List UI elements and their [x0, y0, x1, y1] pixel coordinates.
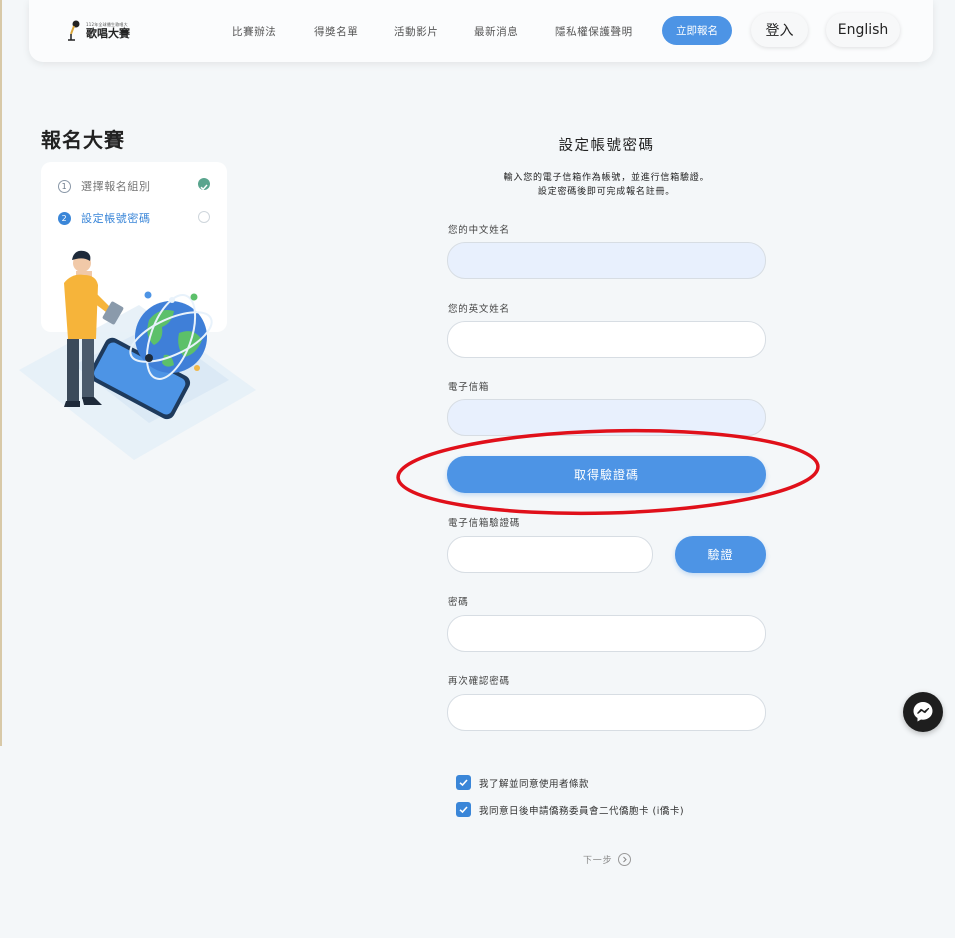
check-circle-icon [198, 178, 210, 191]
registration-illustration [14, 245, 259, 469]
email-input[interactable] [447, 399, 766, 436]
top-navbar: 112年全球僑生歌唱大 歌唱大賽 比賽辦法 得獎名單 活動影片 最新消息 隱私權… [29, 0, 933, 62]
nav-winners[interactable]: 得獎名單 [314, 24, 358, 39]
logo-title: 歌唱大賽 [86, 27, 130, 40]
agree-terms-label: 我了解並同意使用者條款 [479, 778, 590, 790]
empty-circle-icon [198, 211, 210, 223]
verify-button[interactable]: 驗證 [675, 536, 766, 573]
signup-button[interactable]: 立即報名 [662, 16, 732, 45]
verification-code-input[interactable] [447, 536, 653, 573]
nav-privacy[interactable]: 隱私權保護聲明 [555, 24, 633, 39]
form-description-line1: 輸入您的電子信箱作為帳號，並進行信箱驗證。 [503, 173, 710, 183]
confirm-password-input[interactable] [447, 694, 766, 731]
messenger-icon[interactable] [903, 692, 943, 732]
chinese-name-input[interactable] [447, 242, 766, 279]
next-step-button[interactable]: 下一步 [583, 853, 632, 866]
chinese-name-label: 您的中文姓名 [448, 225, 510, 236]
verification-code-label: 電子信箱驗證碼 [448, 518, 521, 529]
page-left-border [0, 0, 2, 746]
get-verification-code-button[interactable]: 取得驗證碼 [447, 456, 766, 493]
form-description: 輸入您的電子信箱作為帳號，並進行信箱驗證。 設定密碼後即可完成報名註冊。 [447, 171, 766, 199]
confirm-password-label: 再次確認密碼 [448, 676, 510, 687]
english-name-input[interactable] [447, 321, 766, 358]
password-input[interactable] [447, 615, 766, 652]
email-label: 電子信箱 [448, 382, 490, 393]
step-label: 設定帳號密碼 [81, 212, 151, 225]
next-step-label: 下一步 [583, 856, 613, 866]
step-number: 2 [58, 211, 71, 225]
agree-card-checkbox[interactable] [456, 802, 471, 817]
nav-news[interactable]: 最新消息 [474, 24, 518, 39]
site-logo[interactable]: 112年全球僑生歌唱大 歌唱大賽 [67, 20, 130, 42]
nav-videos[interactable]: 活動影片 [394, 24, 438, 39]
password-label: 密碼 [448, 597, 469, 608]
form-description-line2: 設定密碼後即可完成報名註冊。 [537, 187, 676, 197]
login-button[interactable]: 登入 [751, 13, 808, 47]
english-name-label: 您的英文姓名 [448, 304, 510, 315]
agree-terms-row[interactable]: 我了解並同意使用者條款 [456, 775, 589, 790]
agree-card-row[interactable]: 我同意日後申請僑務委員會二代僑胞卡 (i僑卡) [456, 802, 684, 817]
nav-rules[interactable]: 比賽辦法 [232, 24, 276, 39]
agree-card-label: 我同意日後申請僑務委員會二代僑胞卡 (i僑卡) [479, 805, 685, 817]
page-title: 報名大賽 [41, 128, 125, 152]
step-number: 1 [58, 179, 71, 193]
step-set-password[interactable]: 2 設定帳號密碼 [58, 210, 151, 226]
chevron-right-circle-icon [618, 853, 632, 866]
step-select-group[interactable]: 1 選擇報名組別 [58, 178, 151, 194]
language-button[interactable]: English [826, 13, 900, 47]
step-label: 選擇報名組別 [81, 180, 151, 193]
microphone-icon [67, 20, 81, 42]
agree-terms-checkbox[interactable] [456, 775, 471, 790]
form-title: 設定帳號密碼 [558, 138, 655, 154]
